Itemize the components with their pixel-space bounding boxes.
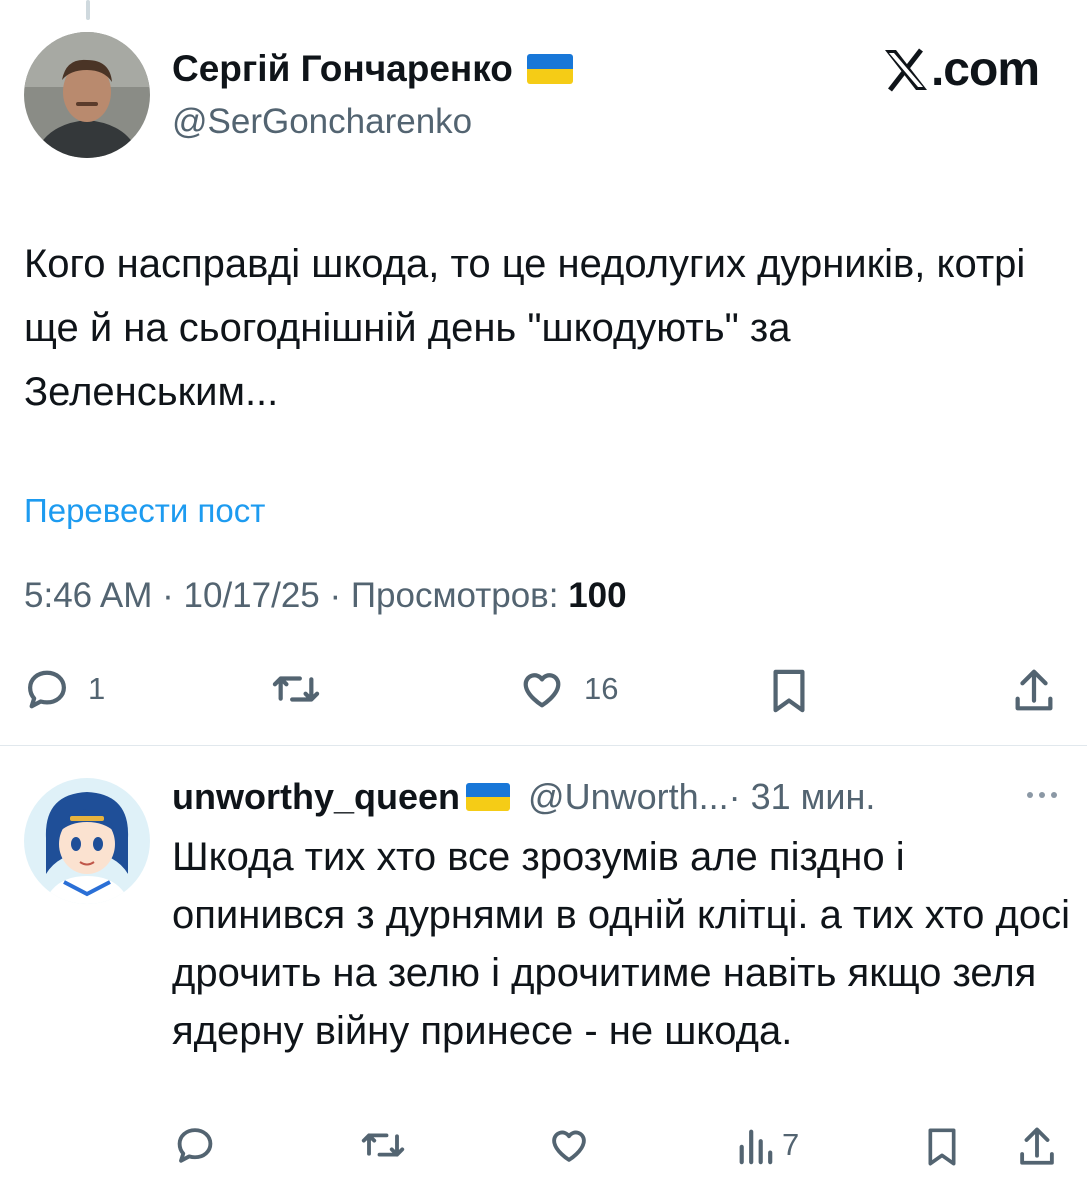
post-text: Кого насправді шкода, то це недолугих ду… — [24, 242, 1026, 414]
translate-post-link[interactable]: Перевести пост — [24, 492, 265, 530]
reply-author-name[interactable]: unworthy_queen — [172, 776, 460, 818]
reply-share-button[interactable] — [1016, 1124, 1058, 1170]
brand-watermark: .com — [881, 42, 1040, 97]
retweet-icon — [361, 1133, 405, 1157]
reply-bookmark-button[interactable] — [922, 1124, 962, 1170]
reply-count: 1 — [88, 671, 106, 706]
divider — [0, 745, 1087, 746]
like-button[interactable]: 16 — [518, 666, 618, 712]
reply-text: Шкода тих хто все зрозумів але піздно і … — [172, 835, 1070, 1053]
views-count: 100 — [568, 576, 627, 615]
author-handle[interactable]: @SerGoncharenko — [172, 102, 472, 142]
bookmark-button[interactable] — [766, 666, 812, 716]
post-timestamp[interactable]: 5:46 AM · 10/17/25 · Просмотров: — [24, 576, 568, 615]
bookmark-icon — [773, 669, 805, 713]
reply-author-handle[interactable]: @Unworth... — [528, 776, 729, 818]
reply-button[interactable]: 1 — [24, 666, 105, 712]
thread-line — [86, 0, 90, 20]
retweet-button[interactable] — [270, 666, 322, 712]
author-name-text: Сергій Гончаренко — [172, 48, 513, 89]
like-icon — [523, 673, 561, 708]
reply-icon — [177, 1128, 213, 1163]
reply-icon — [28, 670, 66, 709]
reply-views-button[interactable]: 7 — [736, 1124, 799, 1166]
views-icon — [739, 1129, 773, 1165]
share-icon — [1015, 669, 1053, 711]
like-count: 16 — [584, 671, 619, 706]
post-meta: 5:46 AM · 10/17/25 · Просмотров: 100 — [24, 576, 627, 616]
ukraine-flag-icon — [526, 54, 573, 84]
author-name[interactable]: Сергій Гончаренко — [172, 48, 573, 90]
reply-retweet-button[interactable] — [360, 1124, 406, 1166]
reply-reply-button[interactable] — [174, 1124, 216, 1166]
share-icon — [1020, 1127, 1054, 1165]
reply-views-count: 7 — [782, 1127, 800, 1162]
author-avatar[interactable] — [24, 32, 150, 158]
brand-text: .com — [930, 43, 1040, 96]
reply-like-button[interactable] — [548, 1124, 590, 1166]
ukraine-flag-icon — [466, 783, 511, 811]
bookmark-icon — [928, 1128, 956, 1166]
like-icon — [552, 1130, 586, 1162]
reply-timestamp[interactable]: · 31 мин. — [729, 776, 876, 818]
retweet-icon — [272, 676, 320, 702]
share-button[interactable] — [1010, 666, 1058, 716]
reply-header: unworthy_queen @Unworth... · 31 мин. — [172, 776, 875, 818]
reply-author-avatar[interactable] — [24, 778, 150, 904]
more-icon[interactable] — [1027, 792, 1057, 798]
x-logo-icon — [884, 47, 927, 92]
